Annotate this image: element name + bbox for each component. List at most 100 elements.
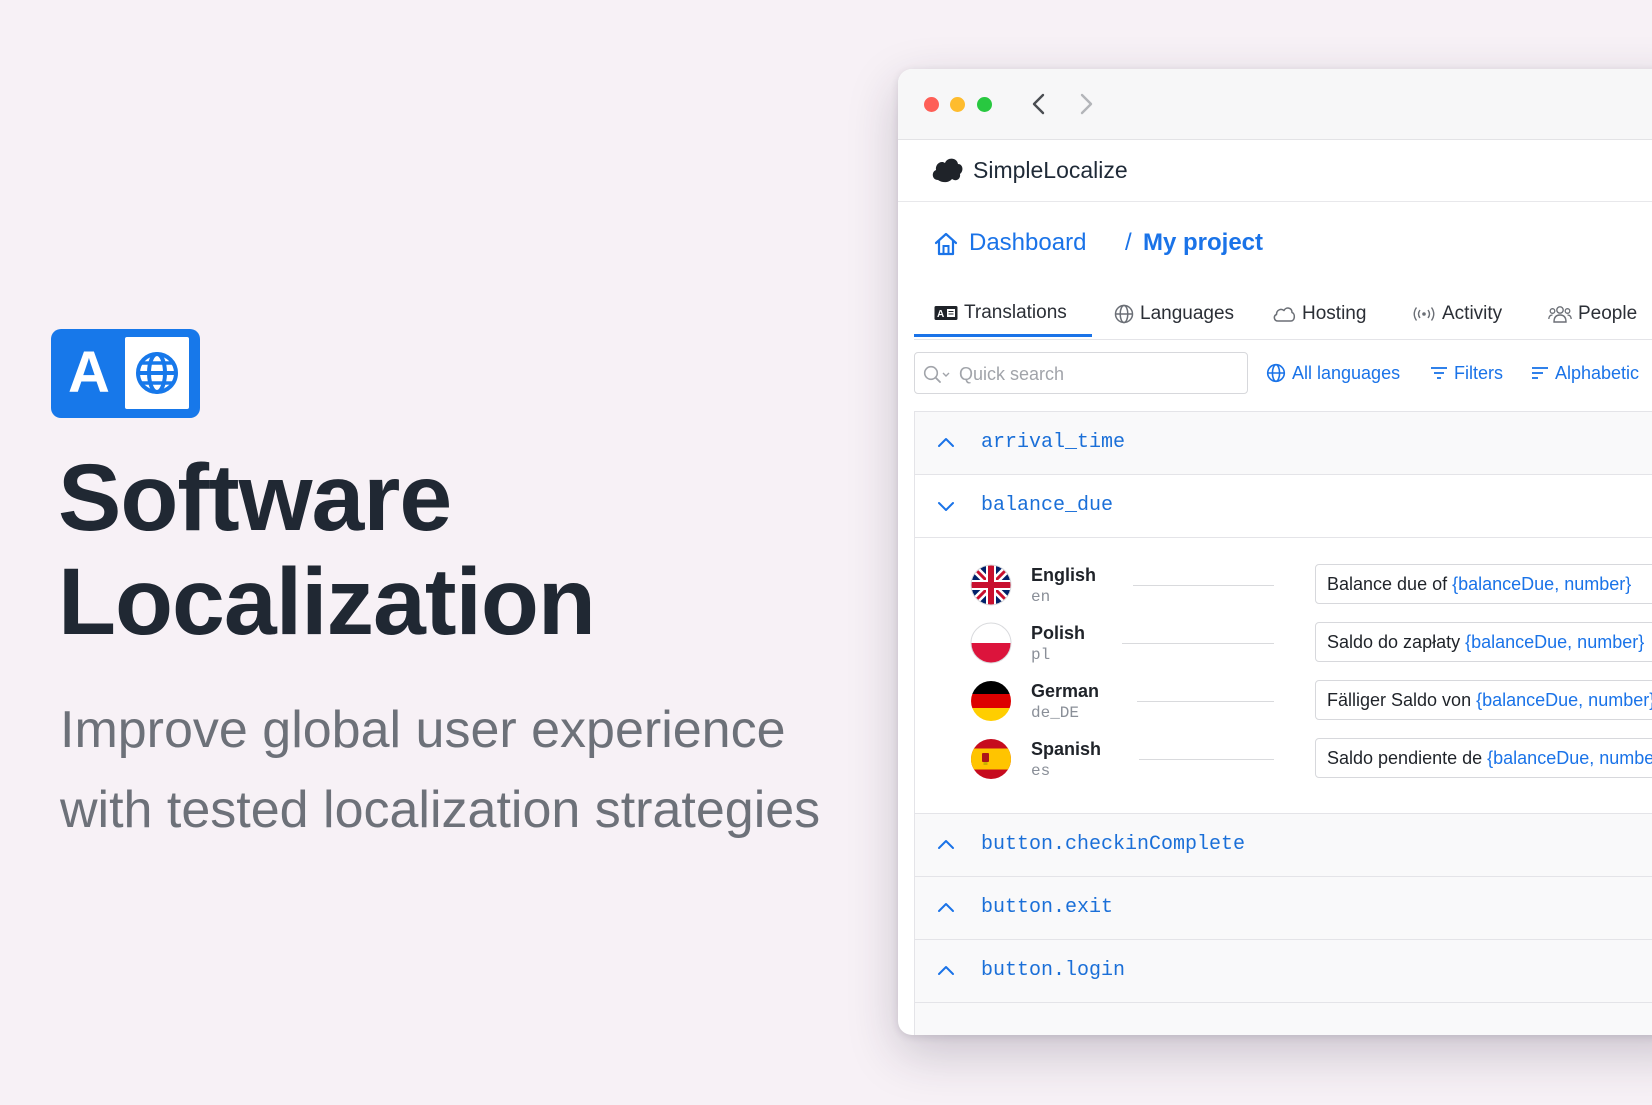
project-tabs: A Translations Languages Hosting Activit… [914,291,1652,340]
tab-activity[interactable]: Activity [1412,291,1502,337]
breadcrumb-separator: / [1125,229,1132,256]
tab-people[interactable]: People [1548,291,1637,337]
language-code: pl [1031,646,1051,664]
tab-hosting[interactable]: Hosting [1272,291,1366,337]
breadcrumb-dashboard-link[interactable]: Dashboard [969,229,1086,257]
translation-row: English en Balance due of {balanceDue, n… [915,556,1652,614]
translation-key-row[interactable]: button.checkinComplete [914,813,1652,876]
spain-flag-icon [971,739,1011,779]
language-name: Polish [1031,623,1086,643]
hero-title-line-1: Software [58,445,452,551]
breadcrumb-project-link[interactable]: My project [1143,229,1263,257]
language-name: English [1031,565,1097,585]
quick-search-input[interactable] [957,361,1241,387]
close-window-button[interactable] [924,97,939,112]
language-code: de_DE [1031,704,1080,722]
minimize-window-button[interactable] [950,97,965,112]
app-logo: A [51,329,200,418]
translation-key-name[interactable]: button.checkinComplete [981,833,1245,856]
tab-activity-label: Activity [1442,303,1503,324]
language-code: en [1031,588,1051,606]
translation-input[interactable]: Saldo pendiente de {balanceDue, number} [1315,738,1652,778]
translation-text: Balance due of [1327,574,1453,594]
translation-placeholder: {balanceDue, number} [1487,748,1652,768]
zoom-window-button[interactable] [977,97,992,112]
quick-search-box[interactable] [914,352,1248,394]
translations-toolbar: All languages Filters Alphabetic [914,352,1652,396]
cloud-icon [1273,307,1296,322]
translation-key-row[interactable]: arrival_time [914,411,1652,474]
translation-row: Polish pl Saldo do zapłaty {balanceDue, … [915,614,1652,672]
hero-title: Software Localization [58,446,818,654]
back-arrow-icon[interactable] [1028,91,1050,117]
logo-letter: A [68,340,110,405]
sort-icon [1532,367,1548,379]
translate-icon: A [934,305,958,320]
globe-icon [1114,304,1134,324]
forward-arrow-icon[interactable] [1075,91,1097,117]
chevron-up-icon[interactable] [937,434,955,452]
filters-button[interactable]: Filters [1430,360,1503,386]
hero-subtitle-line-2: with tested localization strategies [60,781,821,839]
browser-window: SimpleLocalize Dashboard / My project A [898,69,1652,1035]
translation-row: German de_DE Fälliger Saldo von {balance… [915,672,1652,730]
connector-line [1137,701,1274,702]
translation-text: Saldo do zapłaty [1327,632,1466,652]
home-icon[interactable] [933,231,959,257]
chevron-up-icon[interactable] [937,899,955,917]
connector-line [1122,643,1274,644]
translation-key-name[interactable]: balance_due [981,494,1113,517]
all-languages-button[interactable]: All languages [1266,360,1400,386]
translation-input[interactable]: Balance due of {balanceDue, number} [1315,564,1652,604]
hero-title-line-2: Localization [58,549,596,655]
translation-input[interactable]: Fälliger Saldo von {balanceDue, number} [1315,680,1652,720]
hero-subtitle: Improve global user experience with test… [60,690,860,850]
translation-key-row[interactable]: button.exit [914,876,1652,939]
uk-flag-icon [970,564,1012,606]
chevron-up-icon[interactable] [937,836,955,854]
translation-text: Fälliger Saldo von [1327,690,1477,710]
language-name: Spanish [1031,739,1102,759]
language-name: German [1031,681,1100,701]
germany-flag-icon [971,681,1011,721]
connector-line [1133,585,1274,586]
translation-text: Saldo pendiente de [1327,748,1488,768]
tab-hosting-label: Hosting [1302,303,1367,324]
all-languages-label: All languages [1292,362,1401,383]
translation-placeholder: {balanceDue, number} [1476,690,1652,710]
cloud-logo-icon[interactable] [930,154,964,184]
hero-subtitle-line-1: Improve global user experience [60,701,786,759]
svg-text:A: A [937,309,944,320]
sort-button[interactable]: Alphabetic [1531,360,1639,386]
people-icon [1548,306,1572,323]
translation-placeholder: {balanceDue, number} [1465,632,1645,652]
filters-label: Filters [1454,362,1503,383]
translation-key-row[interactable] [914,1002,1652,1035]
translation-key-name[interactable]: button.login [981,959,1125,982]
translation-key-name[interactable]: arrival_time [981,431,1125,454]
globe-icon [1266,363,1286,383]
poland-flag-icon [970,622,1012,664]
translation-key-row[interactable]: balance_due [914,474,1652,537]
connector-line [1139,759,1274,760]
app-header: SimpleLocalize [898,140,1652,202]
translation-placeholder: {balanceDue, number} [1452,574,1632,594]
brand-name[interactable]: SimpleLocalize [973,157,1128,184]
translation-key-row[interactable]: button.login [914,939,1652,1002]
translation-row: Spanish es Saldo pendiente de {balanceDu… [915,730,1652,788]
chevron-up-icon[interactable] [937,962,955,980]
translations-panel: English en Balance due of {balanceDue, n… [914,537,1652,813]
globe-icon [136,352,178,394]
translation-key-name[interactable]: button.exit [981,896,1113,919]
tab-languages-label: Languages [1140,303,1235,324]
tab-translations-label: Translations [964,301,1067,323]
logo-globe-panel [125,337,189,409]
tab-languages[interactable]: Languages [1114,291,1234,337]
translation-input[interactable]: Saldo do zapłaty {balanceDue, number} [1315,622,1652,662]
chevron-down-icon[interactable] [937,497,955,515]
tab-translations[interactable]: A Translations [914,291,1092,337]
language-code: es [1031,762,1051,780]
filter-icon [1431,367,1447,379]
broadcast-icon [1413,307,1435,321]
search-icon [923,365,950,383]
